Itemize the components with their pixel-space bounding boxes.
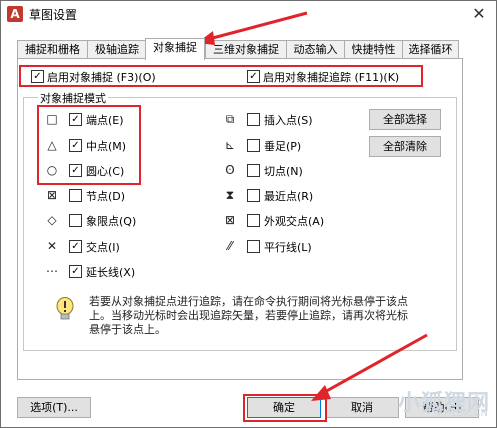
- tangent-icon: ʘ: [225, 163, 235, 177]
- midpoint-label[interactable]: 中点(M): [86, 138, 126, 154]
- endpoint-label[interactable]: 端点(E): [86, 112, 124, 128]
- parallel-icon: ⁄⁄: [227, 239, 232, 253]
- insertion-icon: ⧉: [225, 112, 235, 126]
- tab-selection-cycling[interactable]: 选择循环: [402, 40, 459, 59]
- extension-icon: ⋯: [46, 264, 58, 278]
- extension-checkbox[interactable]: ✓: [69, 265, 82, 278]
- nearest-label[interactable]: 最近点(R): [264, 188, 313, 204]
- extension-label[interactable]: 延长线(X): [86, 264, 135, 280]
- center-label[interactable]: 圆心(C): [86, 163, 124, 179]
- apparent-intersection-checkbox[interactable]: [247, 214, 260, 227]
- tab-polar-tracking[interactable]: 极轴追踪: [87, 40, 147, 59]
- node-icon: ⊠: [46, 188, 58, 202]
- center-icon: ○: [46, 163, 58, 177]
- app-icon: A: [7, 6, 23, 22]
- select-all-button[interactable]: 全部选择: [369, 109, 441, 130]
- midpoint-checkbox[interactable]: ✓: [69, 139, 82, 152]
- insertion-checkbox[interactable]: [247, 113, 260, 126]
- intersection-icon: ✕: [46, 239, 58, 253]
- perpendicular-checkbox[interactable]: [247, 139, 260, 152]
- intersection-label[interactable]: 交点(I): [86, 239, 120, 255]
- osnap-on-checkbox[interactable]: ✓: [31, 70, 44, 83]
- tab-object-snap[interactable]: 对象捕捉: [145, 38, 205, 60]
- quadrant-label[interactable]: 象限点(Q): [86, 213, 136, 229]
- node-label[interactable]: 节点(D): [86, 188, 125, 204]
- snap-modes-title: 对象捕捉模式: [38, 90, 108, 106]
- insertion-label[interactable]: 插入点(S): [264, 112, 313, 128]
- quadrant-checkbox[interactable]: [69, 214, 82, 227]
- midpoint-icon: △: [47, 138, 57, 152]
- quadrant-icon: ◇: [47, 213, 57, 227]
- tab-strip: 捕捉和栅格 极轴追踪 对象捕捉 三维对象捕捉 动态输入 快捷特性 选择循环: [17, 38, 459, 60]
- tab-3d-object-snap[interactable]: 三维对象捕捉: [205, 40, 287, 59]
- nearest-checkbox[interactable]: [247, 189, 260, 202]
- clear-all-button[interactable]: 全部清除: [369, 136, 441, 157]
- title-bar[interactable]: A 草图设置 ✕: [1, 1, 496, 28]
- ok-button[interactable]: 确定: [247, 397, 321, 418]
- tab-dynamic-input[interactable]: 动态输入: [286, 40, 345, 59]
- tab-quick-properties[interactable]: 快捷特性: [344, 40, 403, 59]
- tangent-label[interactable]: 切点(N): [264, 163, 303, 179]
- tracking-on-checkbox[interactable]: ✓: [247, 70, 260, 83]
- perpendicular-label[interactable]: 垂足(P): [264, 138, 301, 154]
- apparent-intersection-icon: ⊠: [224, 213, 236, 227]
- tracking-on-label[interactable]: 启用对象捕捉追踪 (F11)(K): [263, 69, 399, 85]
- tangent-checkbox[interactable]: [247, 164, 260, 177]
- cancel-button[interactable]: 取消: [325, 397, 399, 418]
- osnap-on-label[interactable]: 启用对象捕捉 (F3)(O): [47, 69, 156, 85]
- parallel-checkbox[interactable]: [247, 240, 260, 253]
- watermark-url: XHLSX.CN: [437, 408, 488, 419]
- tab-snap-grid[interactable]: 捕捉和栅格: [17, 40, 88, 59]
- lightbulb-icon: [56, 297, 74, 320]
- center-checkbox[interactable]: ✓: [69, 164, 82, 177]
- endpoint-icon: □: [46, 112, 58, 126]
- close-icon[interactable]: ✕: [468, 3, 490, 25]
- endpoint-checkbox[interactable]: ✓: [69, 113, 82, 126]
- apparent-intersection-label[interactable]: 外观交点(A): [264, 213, 324, 229]
- nearest-icon: ⧗: [225, 188, 235, 202]
- node-checkbox[interactable]: [69, 189, 82, 202]
- parallel-label[interactable]: 平行线(L): [264, 239, 312, 255]
- intersection-checkbox[interactable]: ✓: [69, 240, 82, 253]
- tracking-hint-text: 若要从对象捕捉点进行追踪，请在命令执行期间将光标悬停于该点上。当移动光标时会出现…: [89, 295, 408, 336]
- options-button[interactable]: 选项(T)...: [17, 397, 91, 418]
- perpendicular-icon: ⊾: [224, 138, 236, 152]
- window-title: 草图设置: [29, 8, 78, 22]
- drafting-settings-dialog: A 草图设置 ✕ 捕捉和栅格 极轴追踪 对象捕捉 三维对象捕捉 动态输入 快捷特…: [0, 0, 497, 428]
